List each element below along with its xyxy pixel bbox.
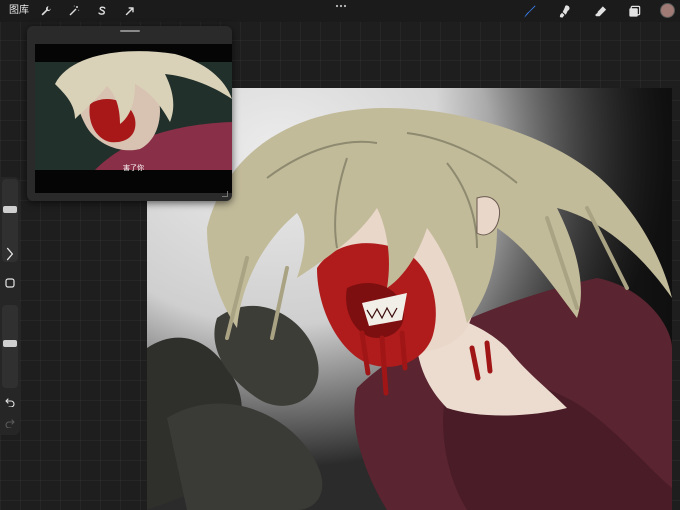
reference-subtitle: 害了你 [123,164,144,172]
reference-resize-handle[interactable] [222,191,228,197]
left-sidebar [0,177,20,435]
actions-wrench-icon[interactable] [38,3,54,19]
reference-image: 害了你 [35,44,232,193]
brush-size-slider-thumb[interactable] [3,206,17,213]
transform-arrow-icon[interactable] [122,3,138,19]
undo-icon[interactable] [2,394,18,410]
selection-s-icon[interactable] [94,3,110,19]
adjustments-magic-wand-icon[interactable] [66,3,82,19]
brush-icon[interactable] [521,3,537,19]
redo-icon[interactable] [2,415,18,431]
square-modify-icon[interactable] [2,275,18,291]
reference-window-grabber[interactable] [120,30,140,32]
eraser-icon[interactable] [592,3,608,19]
chevron-right-icon[interactable] [2,243,18,265]
gallery-button[interactable]: 图库 [9,4,29,18]
more-dots-icon[interactable] [334,1,348,11]
top-toolbar: 图库 [0,0,680,22]
smudge-icon[interactable] [557,3,573,19]
opacity-slider-thumb[interactable] [3,340,17,347]
color-picker-swatch[interactable] [660,3,675,18]
reference-window[interactable]: 害了你 [27,26,232,201]
opacity-slider[interactable] [2,305,18,388]
layers-icon[interactable] [626,3,642,19]
